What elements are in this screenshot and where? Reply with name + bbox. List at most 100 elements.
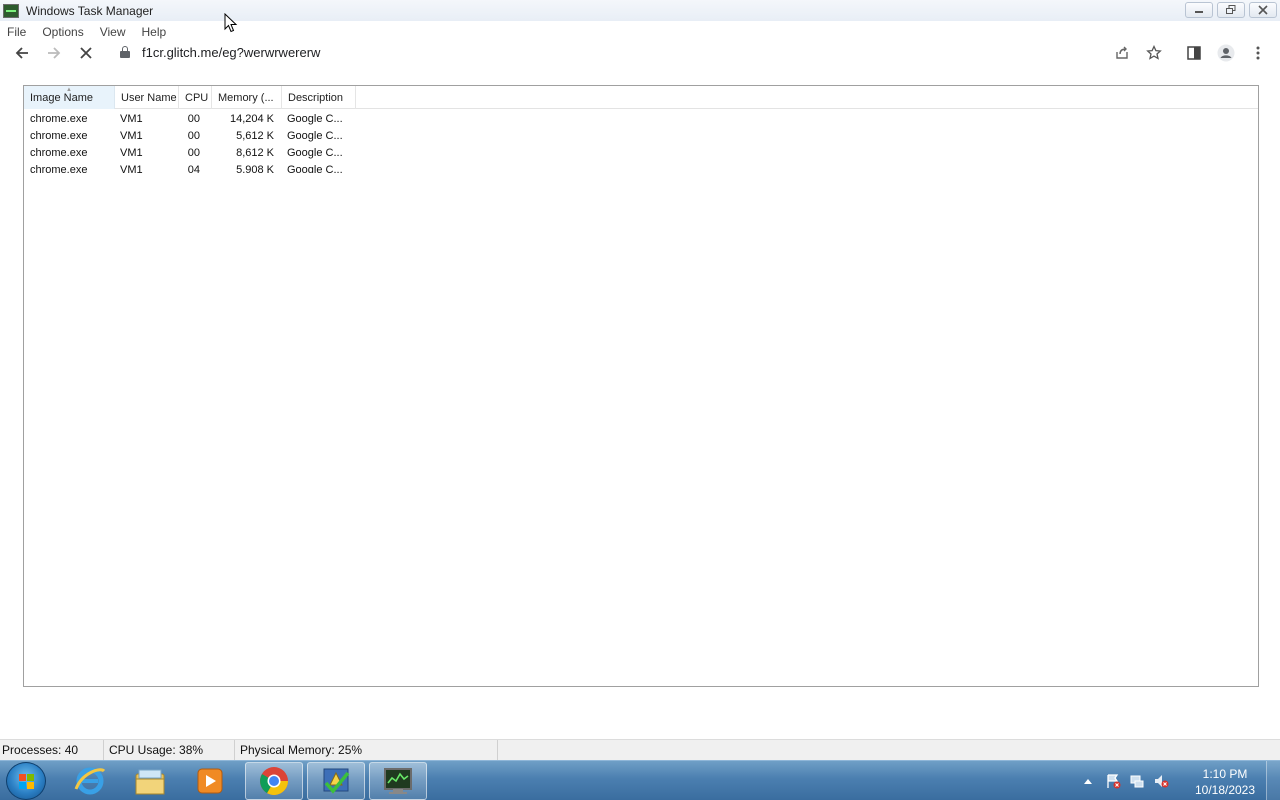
share-icon: [1116, 46, 1128, 59]
internet-explorer-icon: [74, 767, 106, 795]
taskbar-clock[interactable]: 1:10 PM 10/18/2023: [1190, 766, 1260, 798]
clock-date: 10/18/2023: [1194, 783, 1256, 797]
cell-description: Google C...: [287, 113, 343, 125]
cell-user-name: VM1: [120, 130, 143, 142]
profile-button[interactable]: [1214, 41, 1238, 65]
restore-button[interactable]: [1217, 2, 1245, 18]
column-description[interactable]: Description: [282, 86, 356, 109]
menu-help[interactable]: Help: [134, 25, 175, 39]
taskbar-media-player[interactable]: [181, 762, 239, 800]
cell-image-name: chrome.exe: [30, 164, 88, 173]
window-title: Windows Task Manager: [26, 3, 154, 18]
menu-file[interactable]: File: [0, 25, 34, 39]
chevron-up-icon: [1084, 779, 1092, 784]
process-list[interactable]: ▲ Image Name User Name CPU Memory (... D…: [23, 85, 1259, 687]
restore-icon: [1226, 5, 1236, 14]
column-header-row: ▲ Image Name User Name CPU Memory (... D…: [24, 86, 1258, 109]
window-controls: [1185, 2, 1277, 18]
back-button[interactable]: [10, 41, 34, 65]
back-icon: [15, 47, 28, 59]
cell-description: Google C...: [287, 147, 343, 159]
task-manager-icon: [384, 768, 412, 794]
forward-button[interactable]: [42, 41, 66, 65]
browser-toolbar: f1cr.glitch.me/eg?werwrwererw: [0, 41, 1280, 65]
table-row[interactable]: chrome.exe VM1 00 14,204 K Google C...: [24, 111, 1258, 128]
cell-cpu: 00: [187, 130, 200, 142]
menu-view[interactable]: View: [92, 25, 134, 39]
close-button[interactable]: [1249, 2, 1277, 18]
menu-bar: File Options View Help: [0, 22, 174, 41]
show-desktop-button[interactable]: [1266, 761, 1280, 800]
process-rows: chrome.exe VM1 00 14,204 K Google C... c…: [24, 111, 1258, 173]
taskbar-task-manager[interactable]: [369, 762, 427, 800]
cell-image-name: chrome.exe: [30, 147, 88, 159]
close-icon: [1258, 5, 1268, 15]
title-bar[interactable]: Windows Task Manager: [0, 0, 1280, 21]
wizard-app-icon: [323, 768, 350, 794]
cell-description: Google C...: [287, 164, 343, 173]
column-memory[interactable]: Memory (...: [212, 86, 282, 109]
cell-memory: 5,908 K: [236, 164, 274, 173]
stop-loading-button[interactable]: [74, 41, 98, 65]
column-cpu[interactable]: CPU: [179, 86, 212, 109]
cell-user-name: VM1: [120, 164, 143, 173]
chrome-icon: [260, 767, 288, 795]
cell-image-name: chrome.exe: [30, 130, 88, 142]
status-bar: Processes: 40 CPU Usage: 38% Physical Me…: [0, 739, 1280, 760]
taskbar-chrome[interactable]: [245, 762, 303, 800]
bookmark-button[interactable]: [1142, 41, 1166, 65]
cell-cpu: 00: [187, 113, 200, 125]
column-image-name-label: Image Name: [30, 92, 93, 104]
cell-user-name: VM1: [120, 147, 143, 159]
minimize-button[interactable]: [1185, 2, 1213, 18]
start-button[interactable]: [6, 762, 46, 800]
profile-icon: [1217, 44, 1235, 62]
show-hidden-icons-button[interactable]: [1080, 773, 1096, 789]
cell-cpu: 04: [187, 164, 200, 173]
url-text[interactable]: f1cr.glitch.me/eg?werwrwererw: [142, 45, 320, 60]
column-memory-label: Memory (...: [218, 92, 274, 104]
task-manager-app-icon: [3, 3, 19, 18]
menu-options[interactable]: Options: [34, 25, 91, 39]
network-icon[interactable]: [1129, 773, 1145, 789]
column-cpu-label: CPU: [185, 92, 209, 104]
side-panel-button[interactable]: [1182, 41, 1206, 65]
table-row[interactable]: chrome.exe VM1 00 5,612 K Google C...: [24, 128, 1258, 145]
cell-cpu: 00: [187, 147, 200, 159]
taskbar-internet-explorer[interactable]: [61, 762, 119, 800]
media-player-icon: [197, 768, 223, 794]
cell-memory: 14,204 K: [229, 113, 274, 125]
windows-logo-icon: [19, 774, 35, 790]
system-tray: 1:10 PM 10/18/2023: [1080, 761, 1280, 800]
cell-memory: 5,612 K: [236, 130, 274, 142]
sort-ascending-icon: ▲: [66, 87, 72, 93]
menu-button[interactable]: [1246, 41, 1270, 65]
table-row[interactable]: chrome.exe VM1 00 8,612 K Google C...: [24, 145, 1258, 162]
column-user-name[interactable]: User Name: [115, 86, 179, 109]
file-explorer-icon: [135, 769, 165, 795]
screen: Windows Task Manager File Options View H…: [0, 0, 1280, 800]
taskbar: 1:10 PM 10/18/2023: [0, 760, 1280, 800]
taskbar-file-explorer[interactable]: [121, 762, 179, 800]
minimize-icon: [1195, 11, 1203, 13]
share-button[interactable]: [1110, 41, 1134, 65]
menu-icon: [1256, 46, 1260, 60]
column-description-label: Description: [288, 92, 344, 104]
cell-memory: 8,612 K: [236, 147, 274, 159]
column-user-name-label: User Name: [121, 92, 177, 104]
status-processes: Processes: 40: [0, 740, 104, 760]
lock-icon[interactable]: [120, 46, 130, 58]
taskbar-wizard-app[interactable]: [307, 762, 365, 800]
side-panel-icon: [1187, 46, 1201, 60]
mouse-cursor-icon: [224, 13, 238, 33]
cell-description: Google C...: [287, 130, 343, 142]
column-image-name[interactable]: ▲ Image Name: [24, 86, 115, 109]
forward-icon: [48, 47, 61, 59]
volume-icon[interactable]: [1153, 773, 1169, 789]
cell-user-name: VM1: [120, 113, 143, 125]
stop-loading-icon: [80, 47, 92, 59]
action-center-icon[interactable]: [1105, 773, 1121, 789]
clock-time: 1:10 PM: [1202, 767, 1248, 781]
table-row[interactable]: chrome.exe VM1 04 5,908 K Google C...: [24, 162, 1258, 173]
status-cpu-usage: CPU Usage: 38%: [107, 740, 235, 760]
